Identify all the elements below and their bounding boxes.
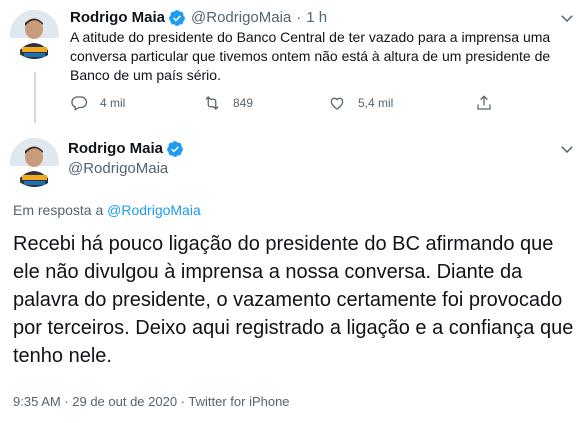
verified-icon [168, 9, 186, 27]
reply-prefix: Em resposta a [13, 202, 104, 218]
reply-icon [71, 96, 88, 111]
like-button[interactable]: 5,4 mil [328, 94, 393, 112]
reply-context: Em resposta a @RodrigoMaia [13, 200, 201, 220]
tweet-thread: Rodrigo Maia @RodrigoMaia · 1 h A atitud… [0, 0, 588, 423]
avatar-image [10, 138, 59, 187]
tweet-meta[interactable]: 9:35 AM · 29 de out de 2020 · Twitter fo… [13, 394, 290, 409]
share-button[interactable] [475, 94, 505, 112]
avatar[interactable] [10, 10, 59, 59]
tweet-text: A atitude do presidente do Banco Central… [70, 29, 551, 83]
display-name[interactable]: Rodrigo Maia [68, 139, 163, 159]
reply-mention-link[interactable]: @RodrigoMaia [107, 202, 201, 218]
verified-icon [166, 140, 184, 158]
tweet-text: Recebi há pouco ligação do presidente do… [13, 233, 574, 367]
like-icon [330, 97, 344, 110]
reply-button[interactable]: 4 mil [70, 94, 125, 112]
more-caret-icon[interactable] [558, 9, 576, 27]
retweet-button[interactable]: 849 [203, 94, 253, 112]
share-icon [477, 95, 491, 110]
action-bar: 4 mil 849 5,4 mil [70, 94, 500, 114]
handle[interactable]: @RodrigoMaia [68, 159, 168, 179]
timestamp[interactable]: 1 h [306, 8, 327, 28]
display-name[interactable]: Rodrigo Maia [70, 8, 165, 28]
tweet-header: Rodrigo Maia [68, 139, 184, 159]
avatar[interactable] [10, 138, 59, 187]
thread-connector-line [34, 72, 36, 123]
more-caret-icon[interactable] [558, 140, 576, 158]
tweet-header: Rodrigo Maia @RodrigoMaia · 1 h [70, 8, 327, 28]
separator-dot: · [296, 9, 302, 26]
like-count: 5,4 mil [358, 96, 394, 110]
reply-count: 4 mil [100, 96, 126, 110]
retweet-icon [205, 96, 219, 110]
handle[interactable]: @RodrigoMaia [191, 8, 291, 28]
avatar-image [10, 10, 59, 59]
retweet-count: 849 [233, 96, 254, 110]
